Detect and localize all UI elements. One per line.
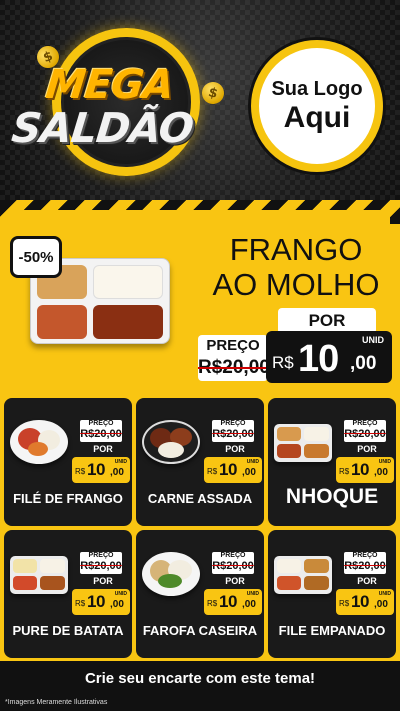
price-decimal: ,00 — [242, 467, 256, 478]
price-box: UNID R$ 10 ,00 — [204, 589, 262, 615]
preco-label: PREÇO — [88, 552, 114, 559]
price-integer: 10 — [351, 592, 369, 611]
preco-label: PREÇO — [88, 420, 114, 427]
hero-unid-label: UNID — [362, 335, 384, 345]
product-card[interactable]: PREÇO R$20,00 POR UNID R$ 10 ,00 NHOQUE — [268, 398, 396, 526]
old-price-box: PREÇO R$20,00 — [344, 552, 386, 574]
price-box: UNID R$ 10 ,00 — [336, 589, 394, 615]
price-integer: 10 — [219, 460, 237, 479]
currency: R$ — [75, 599, 86, 608]
preco-label: PREÇO — [352, 552, 378, 559]
currency: R$ — [207, 467, 218, 476]
footer-cta: Crie seu encarte com este tema! — [84, 670, 316, 687]
preco-label: PREÇO — [352, 420, 378, 427]
price-integer: 10 — [219, 592, 237, 611]
price-box: UNID R$ 10 ,00 — [72, 589, 130, 615]
unid-label: UNID — [246, 591, 259, 597]
price-integer: 10 — [351, 460, 369, 479]
title-saldao: SALDÃO — [9, 104, 196, 152]
price-box: UNID R$ 10 ,00 — [72, 457, 130, 483]
hero-title: FRANGO AO MOLHO — [196, 232, 396, 302]
hero-preco-label: PREÇO — [206, 337, 260, 354]
unid-label: UNID — [378, 459, 391, 465]
product-image — [10, 556, 68, 594]
por-label: POR — [225, 444, 245, 454]
product-image — [142, 420, 200, 464]
product-card[interactable]: PREÇO R$20,00 POR UNID R$ 10 ,00 CARNE A… — [136, 398, 264, 526]
product-name: FILÉ DE FRANGO — [13, 491, 123, 506]
food-salad — [37, 305, 87, 339]
price-integer: 10 — [87, 592, 105, 611]
food-rice — [93, 265, 163, 299]
por-label: POR — [93, 576, 113, 586]
preco-label: PREÇO — [220, 420, 246, 427]
price-decimal: ,00 — [110, 467, 124, 478]
product-image — [274, 424, 332, 462]
discount-badge: -50% — [10, 236, 62, 278]
unid-label: UNID — [378, 591, 391, 597]
product-card[interactable]: PREÇO R$20,00 POR UNID R$ 10 ,00 FILE EM… — [268, 530, 396, 658]
price-decimal: ,00 — [242, 599, 256, 610]
old-price: R$20,00 — [80, 560, 122, 572]
hero-title-line2: AO MOLHO — [212, 267, 380, 302]
product-name: PURE DE BATATA — [12, 623, 124, 638]
logo-text-line2: Aqui — [283, 101, 351, 134]
old-price: R$20,00 — [212, 428, 254, 440]
product-name: CARNE ASSADA — [147, 491, 253, 506]
logo-placeholder: Sua Logo Aqui — [251, 40, 383, 172]
unid-label: UNID — [114, 459, 127, 465]
currency: R$ — [339, 599, 350, 608]
product-name: FILE EMPANADO — [278, 623, 386, 638]
footer-disclaimer: *Imagens Meramente Ilustrativas — [5, 699, 108, 706]
product-image — [10, 420, 68, 464]
product-image — [274, 556, 332, 594]
logo-text-line1: Sua Logo — [271, 78, 363, 100]
product-card[interactable]: PREÇO R$20,00 POR UNID R$ 10 ,00 FILÉ DE… — [4, 398, 132, 526]
product-name: NHOQUE — [285, 485, 379, 508]
por-label: POR — [93, 444, 113, 454]
old-price-box: PREÇO R$20,00 — [344, 420, 386, 442]
price-box: UNID R$ 10 ,00 — [336, 457, 394, 483]
hero-old-price-box: PREÇO R$20,00 — [198, 335, 270, 381]
old-price: R$20,00 — [344, 428, 386, 440]
unid-label: UNID — [114, 591, 127, 597]
title-mega: MEGA — [43, 62, 176, 108]
old-price-box: PREÇO R$20,00 — [80, 420, 122, 442]
hero-price-decimal: ,00 — [350, 353, 377, 374]
header-banner: $ $ MEGA SALDÃO Sua Logo Aqui — [0, 0, 400, 200]
hero-price-box: UNID R$ 10 ,00 — [266, 331, 392, 383]
food-chicken — [93, 305, 163, 339]
hero-price-integer: 10 — [298, 338, 339, 380]
hero-old-price: R$20,00 — [198, 357, 270, 378]
unid-label: UNID — [246, 459, 259, 465]
old-price: R$20,00 — [80, 428, 122, 440]
hero-currency: R$ — [272, 353, 294, 372]
old-price: R$20,00 — [212, 560, 254, 572]
product-name: FAROFA CASEIRA — [142, 623, 258, 638]
product-card[interactable]: PREÇO R$20,00 POR UNID R$ 10 ,00 PURE DE… — [4, 530, 132, 658]
por-label: POR — [225, 576, 245, 586]
price-decimal: ,00 — [374, 467, 388, 478]
currency: R$ — [207, 599, 218, 608]
hazard-stripe-mask — [10, 210, 390, 224]
old-price-box: PREÇO R$20,00 — [80, 552, 122, 574]
price-decimal: ,00 — [110, 599, 124, 610]
currency: R$ — [75, 467, 86, 476]
currency: R$ — [339, 467, 350, 476]
preco-label: PREÇO — [220, 552, 246, 559]
hero-title-line1: FRANGO — [229, 232, 363, 267]
price-box: UNID R$ 10 ,00 — [204, 457, 262, 483]
product-card[interactable]: PREÇO R$20,00 POR UNID R$ 10 ,00 FAROFA … — [136, 530, 264, 658]
product-image — [142, 552, 200, 596]
old-price-box: PREÇO R$20,00 — [212, 552, 254, 574]
price-decimal: ,00 — [374, 599, 388, 610]
old-price: R$20,00 — [344, 560, 386, 572]
price-integer: 10 — [87, 460, 105, 479]
por-label: POR — [357, 444, 377, 454]
por-label: POR — [357, 576, 377, 586]
old-price-box: PREÇO R$20,00 — [212, 420, 254, 442]
